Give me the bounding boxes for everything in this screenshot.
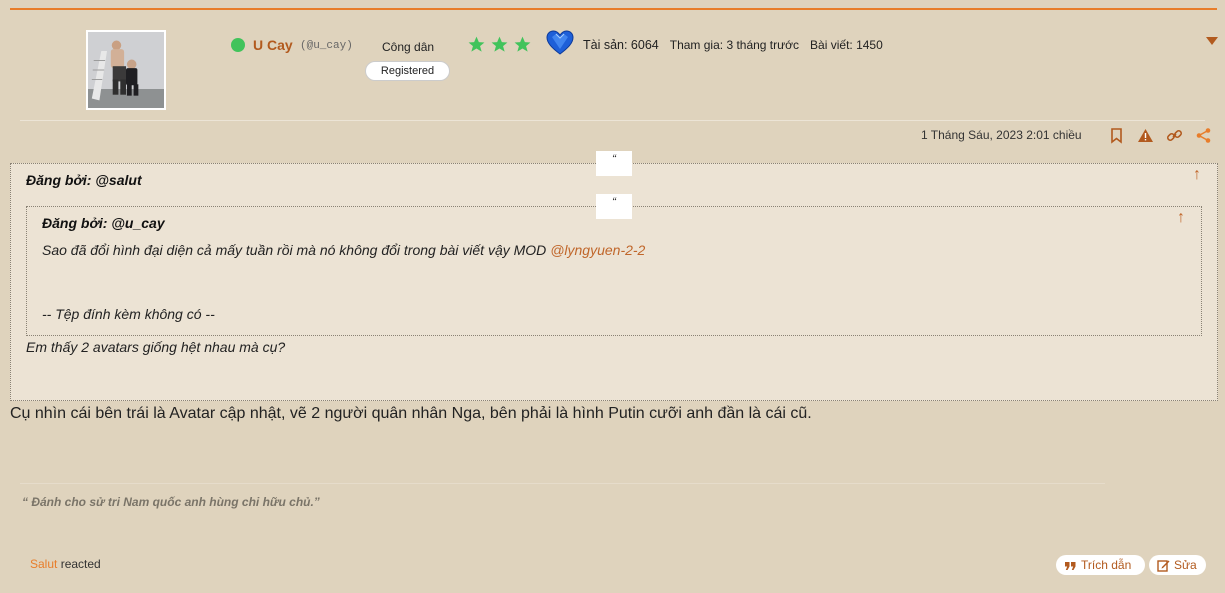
outer-quote-author: Đăng bởi: @salut <box>26 172 142 188</box>
arrow-up-icon[interactable]: ↑ <box>1177 209 1185 227</box>
post-actions <box>1108 127 1212 144</box>
edit-button-label: Sửa <box>1174 558 1197 572</box>
quote-mark-icon: “ <box>596 151 632 176</box>
signature: “ Đánh cho sử tri Nam quốc anh hùng chi … <box>22 495 320 509</box>
author-stats: Tài sản: 6064 Tham gia: 3 tháng trước Bà… <box>583 38 883 52</box>
author-handle: (@u_cay) <box>300 40 353 52</box>
registered-badge: Registered <box>365 61 450 81</box>
stat-posts: Bài viết: 1450 <box>810 38 883 52</box>
reaction-user[interactable]: Salut <box>30 557 57 571</box>
inner-quote-body: Sao đã đổi hình đại diện cả mấy tuần rồi… <box>42 242 551 258</box>
header-divider <box>20 120 1205 121</box>
inner-quote-text: Sao đã đổi hình đại diện cả mấy tuần rồi… <box>42 242 645 258</box>
edit-icon <box>1157 559 1170 572</box>
post-body: Cụ nhìn cái bên trái là Avatar cập nhật,… <box>10 405 812 422</box>
share-icon[interactable] <box>1195 127 1212 144</box>
post-date: 1 Tháng Sáu, 2023 2:01 chiều <box>921 128 1082 142</box>
mention-link[interactable]: @lyngyuen-2-2 <box>550 242 645 258</box>
link-icon[interactable] <box>1166 127 1183 144</box>
star-icon <box>514 36 531 52</box>
bookmark-icon[interactable] <box>1108 127 1125 144</box>
quote-mark-icon: “ <box>596 194 632 219</box>
author-username[interactable]: U Cay <box>253 37 293 53</box>
rating-stars <box>467 35 532 54</box>
stat-joined: Tham gia: 3 tháng trước <box>669 38 800 52</box>
edit-button[interactable]: Sửa <box>1149 555 1206 575</box>
online-status-dot <box>231 38 245 52</box>
author-rank: Công dân <box>382 40 435 54</box>
chevron-down-icon[interactable] <box>1205 36 1219 46</box>
blue-heart-gem-icon <box>546 30 574 55</box>
quote-button-label: Trích dẫn <box>1081 558 1132 572</box>
quote-button[interactable]: Trích dẫn <box>1056 555 1145 575</box>
star-icon <box>491 36 508 52</box>
warning-icon[interactable] <box>1137 127 1154 144</box>
quote-icon <box>1065 561 1076 570</box>
top-divider <box>10 8 1217 10</box>
avatar[interactable] <box>86 30 166 110</box>
stat-assets: Tài sản: 6064 <box>583 38 659 52</box>
star-icon <box>468 36 485 52</box>
reaction-label: reacted <box>57 557 101 571</box>
signature-divider <box>20 483 1105 484</box>
inner-quote-author: Đăng bởi: @u_cay <box>42 215 165 231</box>
avatar-image <box>88 32 164 108</box>
outer-quote-text: Em thấy 2 avatars giống hệt nhau mà cụ? <box>26 339 286 355</box>
reaction-summary: Salut reacted <box>30 557 101 571</box>
attachment-note: -- Tệp đính kèm không có -- <box>42 306 215 322</box>
arrow-up-icon[interactable]: ↑ <box>1193 166 1201 184</box>
